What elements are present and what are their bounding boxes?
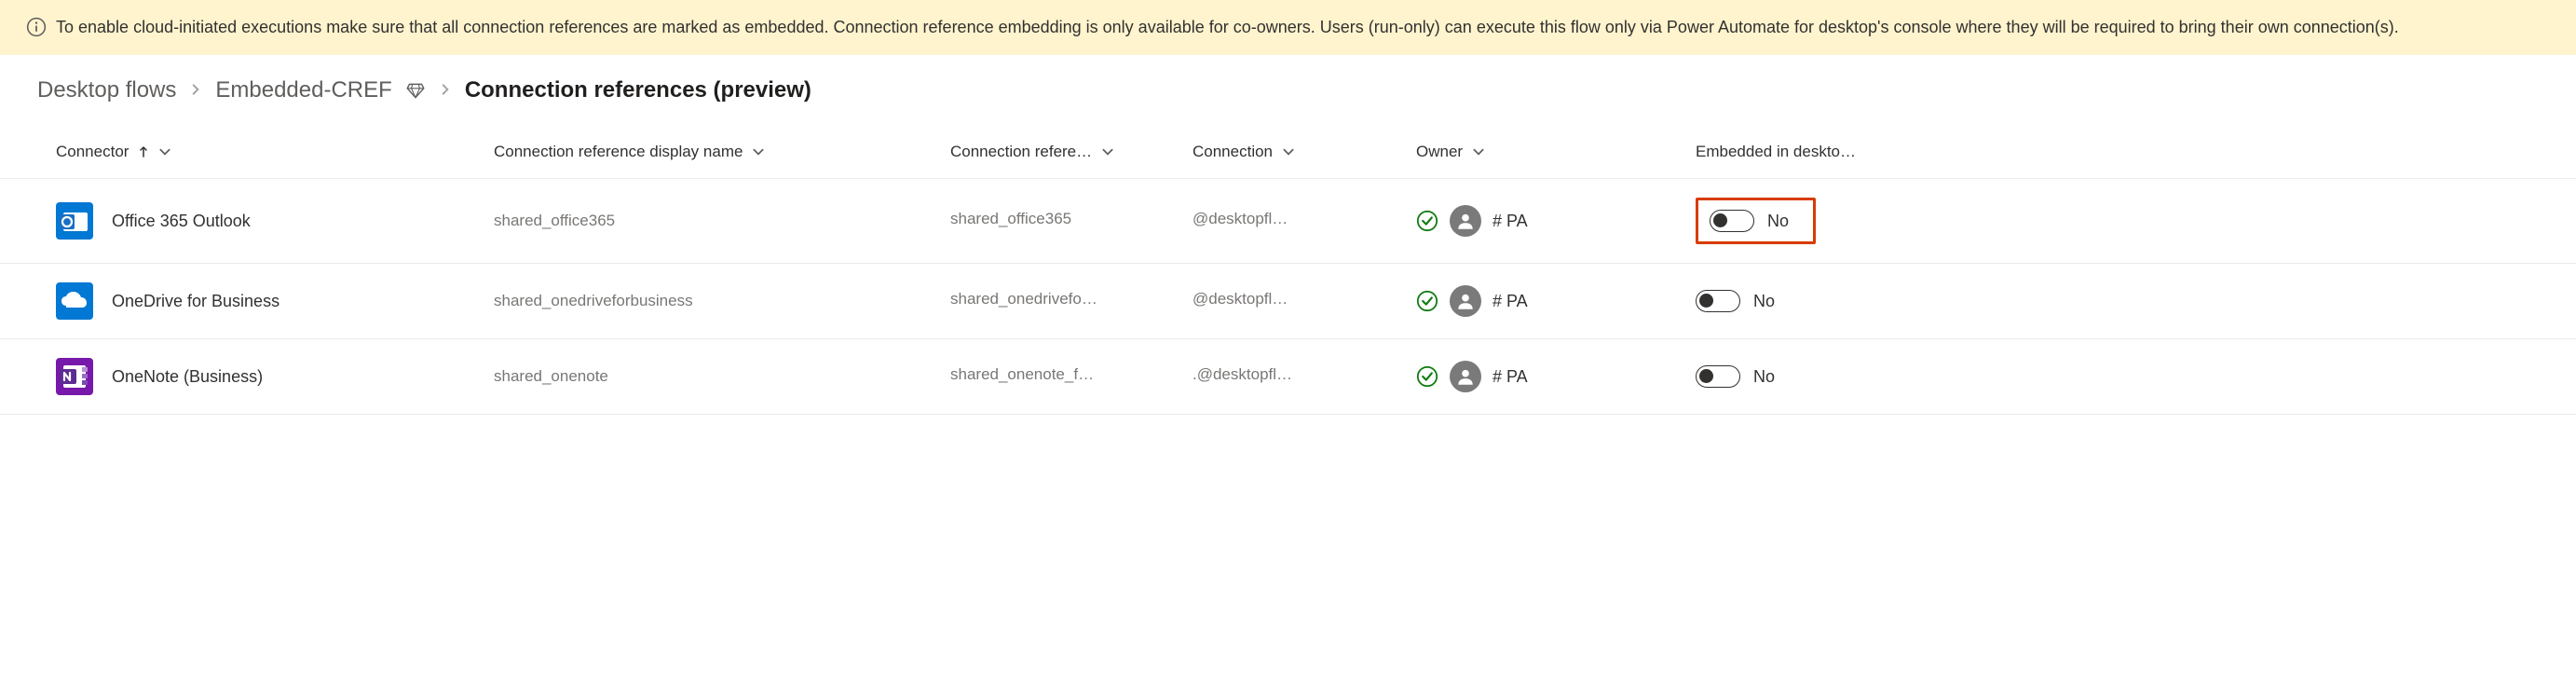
verified-check-icon [1416, 365, 1438, 388]
column-header-owner[interactable]: Owner [1397, 126, 1677, 179]
owner-cell: # PA [1416, 205, 1658, 237]
breadcrumb-current: Connection references (preview) [465, 77, 811, 103]
toggle-label: No [1753, 292, 1775, 311]
table-header-row: Connector Connection reference display n… [0, 126, 2576, 179]
chevron-down-icon [1472, 147, 1485, 157]
reference-name: shared_office365 [950, 210, 1071, 228]
connector-cell: OneDrive for Business [19, 282, 457, 320]
breadcrumb: Desktop flows Embedded-CREF Connection r… [0, 55, 2576, 126]
connector-name[interactable]: Office 365 Outlook [112, 212, 251, 231]
info-icon [26, 17, 47, 45]
column-header-connector[interactable]: Connector [0, 126, 475, 179]
breadcrumb-level2[interactable]: Embedded-CREF [215, 77, 391, 103]
chevron-right-icon [189, 80, 202, 102]
column-label: Connection [1193, 143, 1273, 161]
column-header-display-name[interactable]: Connection reference display name [475, 126, 932, 179]
owner-cell: # PA [1416, 361, 1658, 392]
connector-name[interactable]: OneDrive for Business [112, 292, 279, 311]
onenote-icon [56, 358, 93, 395]
onedrive-icon [56, 282, 93, 320]
owner-name: # PA [1492, 212, 1528, 231]
owner-name: # PA [1492, 292, 1528, 311]
verified-check-icon [1416, 210, 1438, 232]
column-label: Connector [56, 143, 129, 161]
avatar-icon [1450, 361, 1481, 392]
breadcrumb-level1[interactable]: Desktop flows [37, 77, 176, 103]
column-header-embedded[interactable]: Embedded in deskto… [1677, 126, 2576, 179]
premium-diamond-icon [405, 80, 426, 101]
toggle-label: No [1753, 367, 1775, 387]
embedded-toggle[interactable] [1696, 365, 1740, 388]
display-name: shared_onenote [494, 367, 608, 385]
display-name: shared_onedriveforbusiness [494, 292, 693, 309]
embedded-toggle[interactable] [1696, 290, 1740, 312]
avatar-icon [1450, 205, 1481, 237]
connector-name[interactable]: OneNote (Business) [112, 367, 263, 387]
connection-references-table: Connector Connection reference display n… [0, 126, 2576, 415]
connection-value: .@desktopfl… [1193, 365, 1292, 384]
chevron-down-icon [752, 147, 765, 157]
table-row: OneNote (Business) shared_onenote shared_o… [0, 339, 2576, 415]
table-row: Office 365 Outlook shared_office365 shared… [0, 179, 2576, 264]
column-header-connection[interactable]: Connection [1174, 126, 1397, 179]
chevron-right-icon [439, 80, 452, 102]
column-label: Connection reference display name [494, 143, 743, 161]
chevron-down-icon [158, 147, 171, 157]
column-label: Embedded in deskto… [1696, 143, 1856, 161]
highlighted-toggle: No [1696, 198, 1816, 244]
connection-value: @desktopfl… [1193, 290, 1288, 308]
info-banner: To enable cloud-initiated executions mak… [0, 0, 2576, 55]
reference-name: shared_onenote_f… [950, 365, 1094, 384]
connector-cell: OneNote (Business) [19, 358, 457, 395]
chevron-down-icon [1282, 147, 1295, 157]
reference-name: shared_onedrivefo… [950, 290, 1097, 308]
column-label: Connection refere… [950, 143, 1092, 161]
avatar-icon [1450, 285, 1481, 317]
connector-cell: Office 365 Outlook [19, 202, 457, 240]
banner-text: To enable cloud-initiated executions mak… [56, 18, 2399, 36]
table-row: OneDrive for Business shared_onedriveforb… [0, 264, 2576, 339]
chevron-down-icon [1101, 147, 1114, 157]
owner-cell: # PA [1416, 285, 1658, 317]
column-header-reference-name[interactable]: Connection refere… [932, 126, 1174, 179]
sort-ascending-icon [138, 145, 149, 158]
display-name: shared_office365 [494, 212, 615, 229]
connection-value: @desktopfl… [1193, 210, 1288, 228]
verified-check-icon [1416, 290, 1438, 312]
embedded-toggle[interactable] [1710, 210, 1754, 232]
outlook-icon [56, 202, 93, 240]
column-label: Owner [1416, 143, 1463, 161]
toggle-label: No [1767, 212, 1789, 231]
owner-name: # PA [1492, 367, 1528, 387]
